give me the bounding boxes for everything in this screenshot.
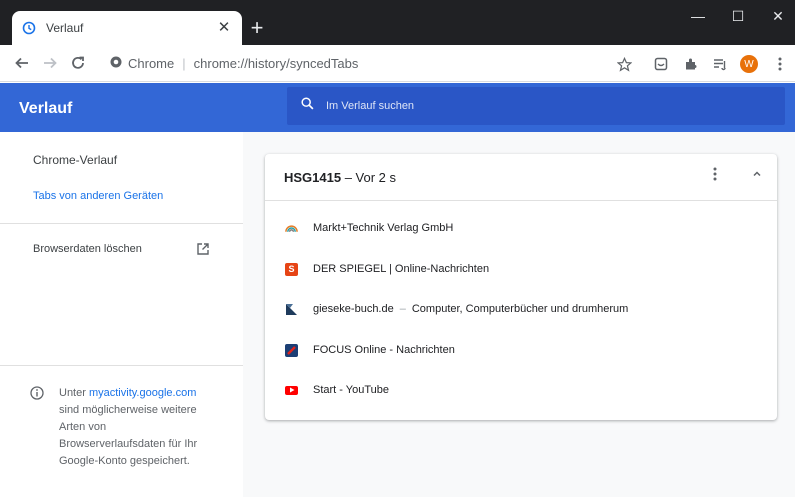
page-title: Verlauf — [19, 100, 73, 117]
card-menu-dots-icon[interactable] — [707, 167, 723, 187]
extension-box-icon[interactable] — [651, 54, 671, 74]
forward-arrow-icon[interactable] — [40, 53, 60, 73]
footer-line-4: Browserverlaufsdaten für Ihr — [59, 438, 198, 450]
footer-line-5: Google-Konto gespeichert. — [59, 455, 190, 467]
url-text[interactable]: chrome://history/syncedTabs — [194, 56, 359, 71]
tab-title: Verlauf — [46, 21, 84, 35]
history-search-input[interactable]: Im Verlauf suchen — [287, 87, 785, 125]
minimize-button[interactable]: — — [688, 8, 708, 24]
tab-close-icon[interactable]: ✕ — [216, 20, 232, 36]
footer-prefix: Unter — [59, 387, 89, 399]
maximize-button[interactable]: ☐ — [728, 8, 748, 25]
tab-title: Start - YouTube — [313, 384, 390, 396]
info-icon — [30, 386, 44, 406]
myactivity-link[interactable]: myactivity.google.com — [89, 387, 196, 399]
window-close-button[interactable]: ✕ — [768, 8, 788, 25]
search-placeholder: Im Verlauf suchen — [326, 100, 415, 112]
synced-device-card: HSG1415 – Vor 2 s Markt+Technik Verlag G… — [265, 154, 777, 420]
sidebar-item-clear-data[interactable]: Browserdaten löschen — [33, 243, 142, 255]
sidebar-item-chrome-history[interactable]: Chrome-Verlauf — [33, 153, 117, 167]
sidebar-divider — [0, 223, 243, 224]
focus-favicon — [285, 343, 298, 357]
synced-tab-row[interactable]: gieseke-buch.de – Computer, Computerbüch… — [285, 299, 628, 319]
markt-technik-favicon — [285, 222, 298, 235]
tab-title: DER SPIEGEL | Online-Nachrichten — [313, 263, 490, 275]
synced-tab-row[interactable]: Markt+Technik Verlag GmbH — [285, 218, 453, 238]
reload-icon[interactable] — [68, 53, 88, 73]
card-header: HSG1415 – Vor 2 s — [265, 154, 777, 201]
tab-separator: – — [399, 303, 406, 315]
tab-domain: gieseke-buch.de — [313, 303, 394, 315]
history-header: Verlauf Im Verlauf suchen — [0, 83, 795, 132]
device-time: – Vor 2 s — [341, 170, 397, 185]
extensions-puzzle-icon[interactable] — [681, 54, 701, 74]
tab-verlauf[interactable]: Verlauf ✕ — [12, 11, 242, 45]
address-bar[interactable]: Chrome | chrome://history/syncedTabs — [110, 50, 640, 77]
chrome-icon — [110, 56, 122, 71]
spiegel-favicon: S — [285, 262, 298, 276]
activity-info: Unter myactivity.google.com sind möglich… — [30, 385, 232, 470]
sidebar: Chrome-Verlauf Tabs von anderen Geräten … — [0, 132, 243, 497]
profile-avatar[interactable]: W — [740, 55, 758, 73]
sidebar-divider — [0, 365, 243, 366]
youtube-favicon — [285, 385, 298, 395]
device-title: HSG1415 – Vor 2 s — [284, 170, 396, 185]
new-tab-button[interactable]: + — [247, 17, 267, 39]
open-external-icon[interactable] — [196, 242, 210, 256]
collapse-chevron-up-icon[interactable] — [750, 169, 764, 185]
back-arrow-icon[interactable] — [12, 53, 32, 73]
tab-title: Markt+Technik Verlag GmbH — [313, 222, 454, 234]
search-icon — [301, 97, 314, 115]
title-bar: Verlauf ✕ + — ☐ ✕ — [0, 0, 795, 45]
site-label: Chrome — [128, 56, 175, 71]
synced-tab-row[interactable]: FOCUS Online - Nachrichten — [285, 340, 455, 360]
media-queue-icon[interactable] — [710, 54, 730, 74]
menu-dots-icon[interactable] — [770, 54, 790, 74]
footer-line-2: sind möglicherweise weitere — [59, 404, 197, 416]
footer-line-1: Unter myactivity.google.com — [59, 385, 232, 402]
device-name: HSG1415 — [284, 170, 342, 185]
tab-title: FOCUS Online - Nachrichten — [313, 344, 455, 356]
sidebar-item-other-devices[interactable]: Tabs von anderen Geräten — [33, 190, 163, 202]
synced-tab-row[interactable]: S DER SPIEGEL | Online-Nachrichten — [285, 259, 489, 279]
star-icon[interactable] — [614, 54, 634, 74]
omnibox-separator: | — [182, 56, 186, 71]
tab-title: Computer, Computerbücher und drumherum — [411, 303, 629, 315]
browser-toolbar: Chrome | chrome://history/syncedTabs W — [0, 45, 795, 82]
footer-line-3: Arten von — [59, 421, 107, 433]
history-icon — [22, 21, 36, 35]
gieseke-favicon — [285, 303, 298, 316]
synced-tab-row[interactable]: Start - YouTube — [285, 380, 389, 400]
